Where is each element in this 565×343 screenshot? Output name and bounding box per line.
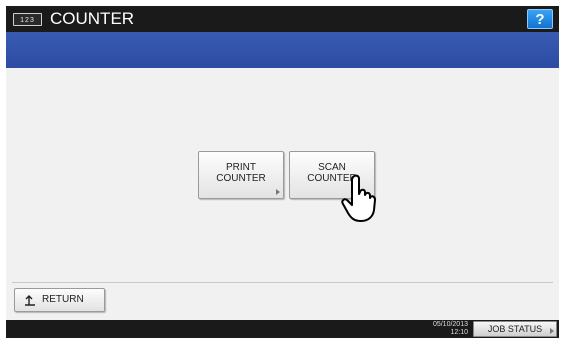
job-status-button[interactable]: JOB STATUS <box>473 321 557 337</box>
hand-pointer-icon <box>341 174 376 222</box>
print-counter-label: PRINT COUNTER <box>216 162 266 184</box>
submenu-arrow-icon <box>550 328 554 334</box>
counter-icon: 123 <box>13 13 42 26</box>
date-text: 05/10/2013 <box>432 321 468 328</box>
help-icon: ? <box>535 11 545 28</box>
status-bar: 05/10/2013 12:10 JOB STATUS <box>6 320 559 338</box>
job-status-label: JOB STATUS <box>487 324 543 334</box>
divider <box>12 282 553 283</box>
page-title: COUNTER <box>50 9 135 28</box>
date-time-display: 05/10/2013 12:10 <box>406 321 468 337</box>
print-counter-button[interactable]: PRINT COUNTER <box>198 151 284 199</box>
counter-screen: 123 COUNTER ? PRINT COUNTER SCAN COUNTER… <box>0 0 565 343</box>
return-label: RETURN <box>42 294 84 305</box>
submenu-arrow-icon <box>276 189 280 195</box>
return-button[interactable]: RETURN <box>14 288 105 312</box>
content-panel: PRINT COUNTER SCAN COUNTER RETURN <box>6 68 559 320</box>
header-banner <box>6 32 559 68</box>
title-bar: 123 COUNTER ? <box>6 6 559 32</box>
time-text: 12:10 <box>450 329 468 336</box>
help-button[interactable]: ? <box>527 9 553 29</box>
return-arrow-icon <box>25 295 35 306</box>
